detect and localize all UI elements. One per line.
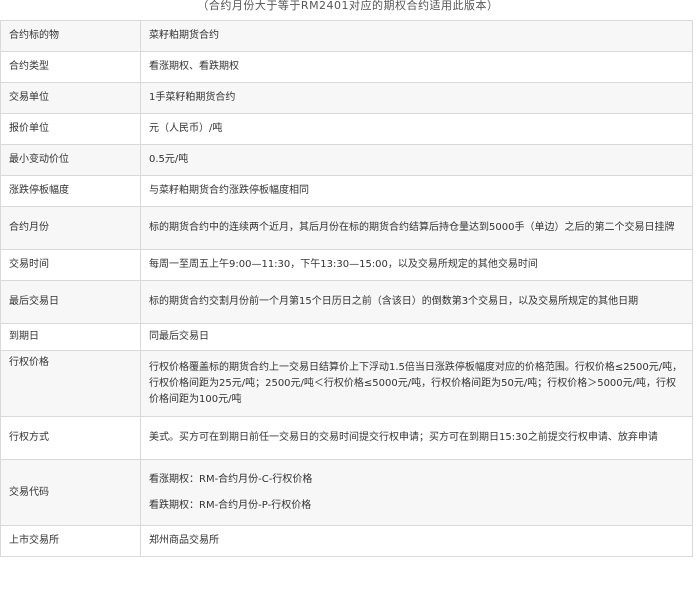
table-row: 到期日 同最后交易日 xyxy=(0,323,693,351)
row-value: 郑州商品交易所 xyxy=(140,525,693,557)
row-value: 标的期货合约交割月份前一个月第15个日历日之前（含该日）的倒数第3个交易日，以及… xyxy=(140,280,693,324)
table-row: 交易时间 每周一至周五上午9:00—11:30，下午13:30—15:00，以及… xyxy=(0,249,693,281)
row-value: 菜籽粕期货合约 xyxy=(140,20,693,52)
row-label: 上市交易所 xyxy=(0,525,141,557)
table-row: 行权方式 美式。买方可在到期日前任一交易日的交易时间提交行权申请；买方可在到期日… xyxy=(0,416,693,460)
table-row: 合约类型 看涨期权、看跌期权 xyxy=(0,51,693,83)
contract-spec-table: 合约标的物 菜籽粕期货合约 合约类型 看涨期权、看跌期权 交易单位 1手菜籽粕期… xyxy=(0,20,693,557)
row-value: 标的期货合约中的连续两个近月，其后月份在标的期货合约结算后持仓量达到5000手（… xyxy=(140,206,693,250)
row-label: 交易单位 xyxy=(0,82,141,114)
table-caption: （合约月份大于等于RM2401对应的期权合约适用此版本） xyxy=(197,0,499,12)
table-row: 涨跌停板幅度 与菜籽粕期货合约涨跌停板幅度相同 xyxy=(0,175,693,207)
row-label: 合约类型 xyxy=(0,51,141,83)
row-label: 行权价格 xyxy=(0,350,141,417)
table-row: 最小变动价位 0.5元/吨 xyxy=(0,144,693,176)
row-value: 同最后交易日 xyxy=(140,323,693,351)
row-label: 到期日 xyxy=(0,323,141,351)
put-code-format: 看跌期权：RM-合约月份-P-行权价格 xyxy=(149,499,312,511)
row-label: 交易时间 xyxy=(0,249,141,281)
row-label: 交易代码 xyxy=(0,459,141,526)
row-label: 最小变动价位 xyxy=(0,144,141,176)
row-label: 行权方式 xyxy=(0,416,141,460)
table-row: 交易单位 1手菜籽粕期货合约 xyxy=(0,82,693,114)
table-row: 报价单位 元（人民币）/吨 xyxy=(0,113,693,145)
table-row: 合约标的物 菜籽粕期货合约 xyxy=(0,20,693,52)
row-label: 报价单位 xyxy=(0,113,141,145)
table-row: 上市交易所 郑州商品交易所 xyxy=(0,525,693,557)
row-label: 合约月份 xyxy=(0,206,141,250)
row-value: 1手菜籽粕期货合约 xyxy=(140,82,693,114)
row-label: 最后交易日 xyxy=(0,280,141,324)
table-row: 行权价格 行权价格覆盖标的期货合约上一交易日结算价上下浮动1.5倍当日涨跌停板幅… xyxy=(0,350,693,417)
row-value: 与菜籽粕期货合约涨跌停板幅度相同 xyxy=(140,175,693,207)
table-row: 合约月份 标的期货合约中的连续两个近月，其后月份在标的期货合约结算后持仓量达到5… xyxy=(0,206,693,250)
row-value: 行权价格覆盖标的期货合约上一交易日结算价上下浮动1.5倍当日涨跌停板幅度对应的价… xyxy=(140,350,693,417)
call-code-format: 看涨期权：RM-合约月份-C-行权价格 xyxy=(149,473,313,485)
row-value: 元（人民币）/吨 xyxy=(140,113,693,145)
row-value: 0.5元/吨 xyxy=(140,144,693,176)
row-value: 美式。买方可在到期日前任一交易日的交易时间提交行权申请；买方可在到期日15:30… xyxy=(140,416,693,460)
row-value: 看涨期权、看跌期权 xyxy=(140,51,693,83)
row-label: 涨跌停板幅度 xyxy=(0,175,141,207)
table-row: 最后交易日 标的期货合约交割月份前一个月第15个日历日之前（含该日）的倒数第3个… xyxy=(0,280,693,324)
row-label: 合约标的物 xyxy=(0,20,141,52)
row-value: 看涨期权：RM-合约月份-C-行权价格 看跌期权：RM-合约月份-P-行权价格 xyxy=(140,459,693,526)
row-value: 每周一至周五上午9:00—11:30，下午13:30—15:00，以及交易所规定… xyxy=(140,249,693,281)
table-row: 交易代码 看涨期权：RM-合约月份-C-行权价格 看跌期权：RM-合约月份-P-… xyxy=(0,459,693,526)
